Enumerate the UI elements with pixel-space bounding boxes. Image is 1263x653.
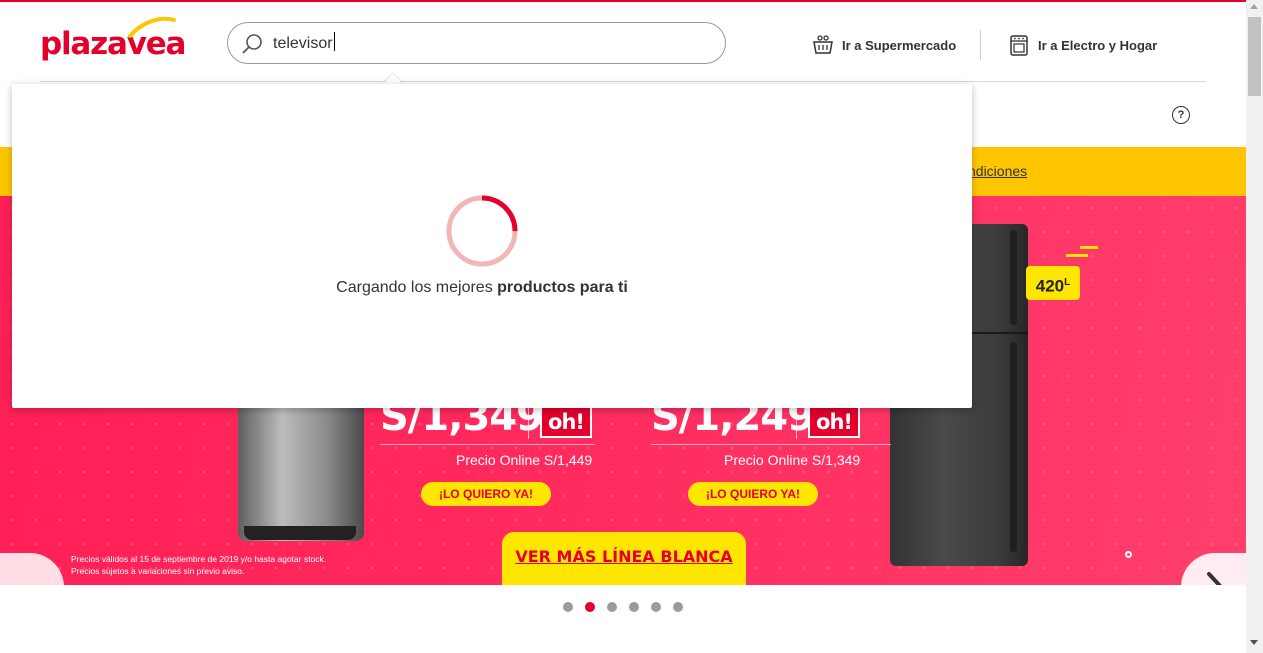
header-divider-line <box>40 81 1206 82</box>
scroll-down-arrow-icon[interactable] <box>1250 640 1258 645</box>
scroll-up-arrow-icon[interactable] <box>1250 4 1258 9</box>
buy-now-button[interactable]: ¡LO QUIERO YA! <box>688 482 818 506</box>
carousel-dot[interactable] <box>585 602 595 612</box>
carousel-dot[interactable] <box>651 602 661 612</box>
fridge-handle-bottom <box>1010 342 1017 552</box>
search-suggestions-dropdown: Cargando los mejores productos para ti <box>12 84 972 408</box>
search-box[interactable]: televisor <box>227 22 726 64</box>
loading-spinner-icon <box>446 195 518 267</box>
logo-swoosh-icon <box>128 16 176 38</box>
search-input-value: televisor <box>273 35 333 52</box>
online-price: Precio Online S/1,449 <box>456 452 593 468</box>
carousel-dots <box>563 602 695 612</box>
decor-dash <box>1066 254 1088 257</box>
price-disclaimer: Precios válidos al 15 de septiembre de 2… <box>71 553 326 577</box>
online-price: Precio Online S/1,349 <box>724 452 861 468</box>
loading-text-bold: productos para ti <box>497 279 628 296</box>
carousel-next-button[interactable] <box>1181 553 1246 585</box>
scrollbar-thumb[interactable] <box>1248 17 1261 96</box>
carousel-prev-button[interactable] <box>0 553 64 585</box>
capacity-badge: 420L <box>1026 266 1080 300</box>
see-more-white-goods-button[interactable]: VER MÁS LÍNEA BLANCA <box>502 532 746 585</box>
carousel-dot[interactable] <box>629 602 639 612</box>
terms-link[interactable]: ndiciones <box>968 163 1027 179</box>
capacity-value: 420 <box>1035 276 1065 296</box>
oh-card-badge: oh! <box>808 405 860 438</box>
hero-indicator-dot <box>1125 551 1132 558</box>
stove-icon <box>1010 35 1028 56</box>
price-rule <box>651 444 891 445</box>
carousel-dot[interactable] <box>607 602 617 612</box>
loading-message: Cargando los mejores productos para ti <box>12 279 952 297</box>
search-input[interactable]: televisor <box>273 32 693 56</box>
page-scrollbar[interactable] <box>1246 0 1263 653</box>
header-divider <box>980 30 981 60</box>
price-rule <box>380 444 595 445</box>
fridge-base <box>244 526 356 540</box>
go-to-supermarket-label: Ir a Supermercado <box>842 37 957 53</box>
disclaimer-line: Precios sujetos a variaciones sin previo… <box>71 566 245 576</box>
carousel-dot[interactable] <box>673 602 683 612</box>
chevron-right-icon <box>1207 572 1222 585</box>
go-to-supermarket-link[interactable]: Ir a Supermercado <box>812 32 956 58</box>
go-to-electro-hogar-link[interactable]: Ir a Electro y Hogar <box>1008 32 1157 58</box>
carousel-dot[interactable] <box>563 602 573 612</box>
decor-dash <box>1080 246 1098 249</box>
text-caret <box>333 32 335 51</box>
capacity-unit: L <box>1064 277 1071 288</box>
loading-text-normal: Cargando los mejores <box>336 279 498 296</box>
top-accent-line <box>0 0 1246 2</box>
oh-card-badge: oh! <box>540 405 592 438</box>
fridge-handle-top <box>1010 230 1017 325</box>
basket-icon <box>813 35 833 54</box>
help-icon[interactable]: ? <box>1172 106 1190 124</box>
search-icon[interactable] <box>242 33 264 55</box>
disclaimer-line: Precios válidos al 15 de septiembre de 2… <box>71 554 327 564</box>
go-to-electro-hogar-label: Ir a Electro y Hogar <box>1038 37 1158 53</box>
plazavea-logo[interactable]: plazavea <box>40 16 186 64</box>
dropdown-pointer <box>383 74 403 84</box>
buy-now-button[interactable]: ¡LO QUIERO YA! <box>421 482 551 506</box>
